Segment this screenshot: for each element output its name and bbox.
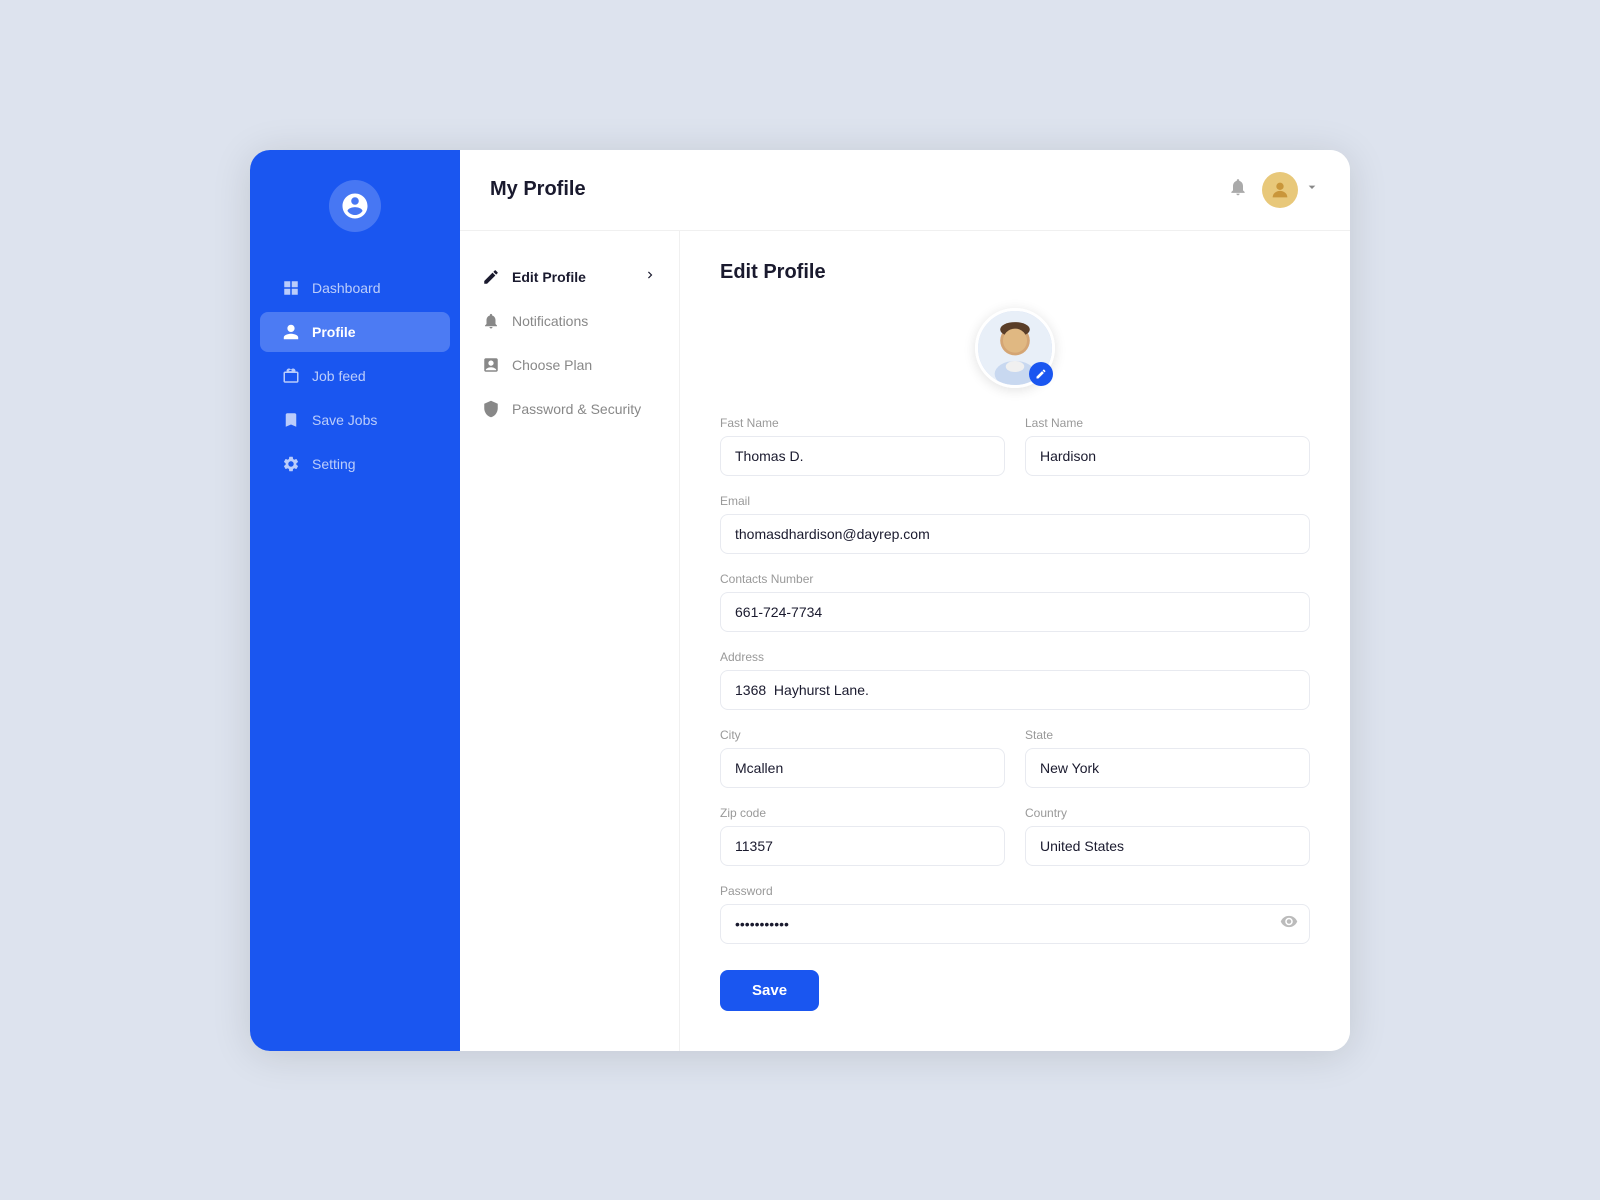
user-avatar-button[interactable] xyxy=(1262,172,1320,208)
contacts-input[interactable] xyxy=(720,592,1310,632)
savejobs-icon xyxy=(282,411,300,429)
password-input[interactable] xyxy=(720,904,1310,944)
first-name-input[interactable] xyxy=(720,436,1005,476)
shield-icon xyxy=(482,400,500,418)
sidebar-logo[interactable] xyxy=(329,180,381,232)
left-menu: Edit Profile Notifications xyxy=(460,231,680,1051)
password-row: Password xyxy=(720,884,1310,944)
jobfeed-icon xyxy=(282,367,300,385)
address-row: Address xyxy=(720,650,1310,710)
left-menu-edit-profile[interactable]: Edit Profile xyxy=(460,255,679,299)
avatar-edit-button[interactable] xyxy=(1029,362,1053,386)
setting-icon xyxy=(282,455,300,473)
profile-icon xyxy=(282,323,300,341)
avatar xyxy=(1262,172,1298,208)
left-menu-password-security[interactable]: Password & Security xyxy=(460,387,679,431)
country-label: Country xyxy=(1025,806,1310,820)
city-input[interactable] xyxy=(720,748,1005,788)
last-name-label: Last Name xyxy=(1025,416,1310,430)
left-menu-notifications[interactable]: Notifications xyxy=(460,299,679,343)
zip-country-row: Zip code Country xyxy=(720,806,1310,866)
left-menu-choose-plan-label: Choose Plan xyxy=(512,357,592,373)
left-menu-choose-plan[interactable]: Choose Plan xyxy=(460,343,679,387)
password-group: Password xyxy=(720,884,1310,944)
topbar-actions xyxy=(1228,172,1320,208)
notifications-icon xyxy=(482,312,500,330)
save-button[interactable]: Save xyxy=(720,970,819,1011)
sidebar-item-profile[interactable]: Profile xyxy=(260,312,450,352)
city-state-row: City State xyxy=(720,728,1310,788)
address-input[interactable] xyxy=(720,670,1310,710)
state-input[interactable] xyxy=(1025,748,1310,788)
sidebar-label-profile: Profile xyxy=(312,324,356,340)
last-name-group: Last Name xyxy=(1025,416,1310,476)
contacts-row: Contacts Number xyxy=(720,572,1310,632)
sidebar-label-dashboard: Dashboard xyxy=(312,280,381,296)
first-name-group: Fast Name xyxy=(720,416,1005,476)
contacts-group: Contacts Number xyxy=(720,572,1310,632)
user-avatar-icon xyxy=(1269,179,1291,201)
eye-icon xyxy=(1280,912,1298,930)
left-menu-edit-profile-label: Edit Profile xyxy=(512,269,586,285)
name-row: Fast Name Last Name xyxy=(720,416,1310,476)
zip-input[interactable] xyxy=(720,826,1005,866)
last-name-input[interactable] xyxy=(1025,436,1310,476)
state-label: State xyxy=(1025,728,1310,742)
page-title: My Profile xyxy=(490,178,586,201)
state-group: State xyxy=(1025,728,1310,788)
address-group: Address xyxy=(720,650,1310,710)
zip-label: Zip code xyxy=(720,806,1005,820)
address-label: Address xyxy=(720,650,1310,664)
left-menu-notifications-label: Notifications xyxy=(512,313,588,329)
edit-icon xyxy=(482,268,500,286)
notification-bell-button[interactable] xyxy=(1228,177,1248,202)
sidebar-item-jobfeed[interactable]: Job feed xyxy=(260,356,450,396)
sidebar-label-savejobs: Save Jobs xyxy=(312,412,377,428)
sidebar-item-savejobs[interactable]: Save Jobs xyxy=(260,400,450,440)
topbar: My Profile xyxy=(460,150,1350,231)
chevron-right-icon xyxy=(643,268,657,285)
sidebar-item-dashboard[interactable]: Dashboard xyxy=(260,268,450,308)
country-input[interactable] xyxy=(1025,826,1310,866)
city-label: City xyxy=(720,728,1005,742)
app-container: Dashboard Profile Job feed xyxy=(250,150,1350,1051)
sidebar: Dashboard Profile Job feed xyxy=(250,150,460,1051)
password-label: Password xyxy=(720,884,1310,898)
email-group: Email xyxy=(720,494,1310,554)
left-menu-password-security-label: Password & Security xyxy=(512,401,641,417)
form-title: Edit Profile xyxy=(720,261,1310,284)
sidebar-item-setting[interactable]: Setting xyxy=(260,444,450,484)
chevron-down-icon xyxy=(1304,179,1320,200)
city-group: City xyxy=(720,728,1005,788)
bell-icon xyxy=(1228,177,1248,197)
country-group: Country xyxy=(1025,806,1310,866)
avatar-upload-container xyxy=(975,308,1055,388)
email-label: Email xyxy=(720,494,1310,508)
body-layout: Edit Profile Notifications xyxy=(460,231,1350,1051)
sidebar-label-jobfeed: Job feed xyxy=(312,368,366,384)
email-input[interactable] xyxy=(720,514,1310,554)
sidebar-label-setting: Setting xyxy=(312,456,356,472)
main-content: My Profile xyxy=(460,150,1350,1051)
email-row: Email xyxy=(720,494,1310,554)
contacts-label: Contacts Number xyxy=(720,572,1310,586)
password-toggle-button[interactable] xyxy=(1280,912,1298,935)
dashboard-icon xyxy=(282,279,300,297)
sidebar-navigation: Dashboard Profile Job feed xyxy=(250,268,460,484)
profile-form-area: Edit Profile xyxy=(680,231,1350,1051)
zip-group: Zip code xyxy=(720,806,1005,866)
first-name-label: Fast Name xyxy=(720,416,1005,430)
plan-icon xyxy=(482,356,500,374)
password-wrap xyxy=(720,904,1310,944)
avatar-pencil-icon xyxy=(1035,368,1047,380)
logo-icon xyxy=(340,191,370,221)
